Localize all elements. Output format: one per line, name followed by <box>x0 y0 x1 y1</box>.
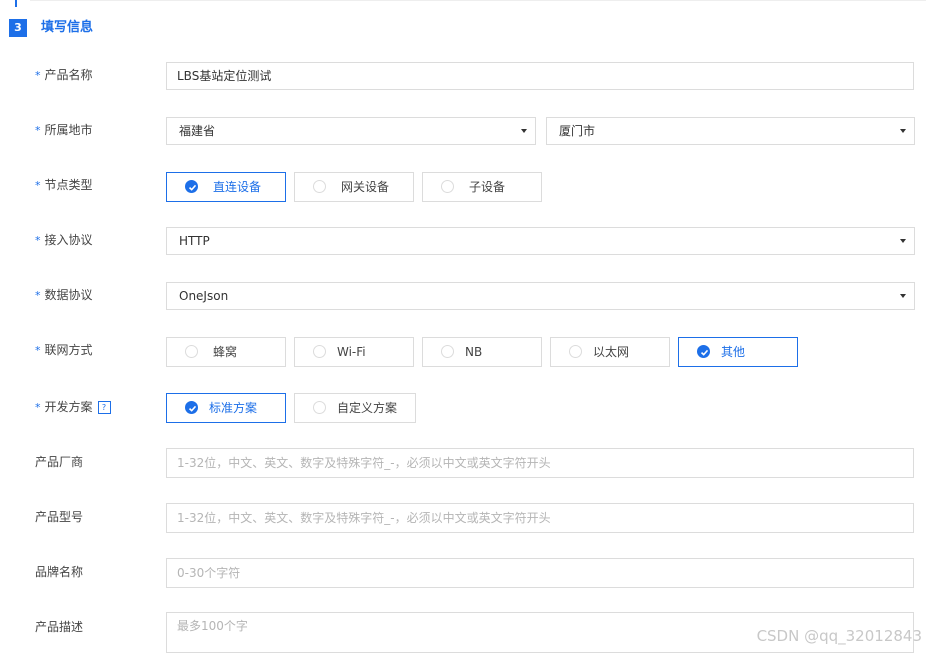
dev-plan-option-custom[interactable]: 自定义方案 <box>294 393 416 423</box>
model-label: 产品型号 <box>35 510 84 524</box>
node-type-label: * 节点类型 <box>35 178 93 192</box>
province-select[interactable]: 福建省 <box>166 117 536 145</box>
check-circle-icon <box>185 401 198 414</box>
network-label: * 联网方式 <box>35 343 93 357</box>
location-label: * 所属地市 <box>35 123 93 137</box>
radio-circle-icon <box>441 180 454 193</box>
required-mark: * <box>35 234 41 247</box>
network-option-ethernet[interactable]: 以太网 <box>550 337 670 367</box>
caret-down-icon <box>900 239 906 243</box>
required-mark: * <box>35 179 41 192</box>
top-divider <box>30 0 926 1</box>
required-mark: * <box>35 124 41 137</box>
model-input[interactable]: 1-32位，中文、英文、数字及特殊字符_-，必须以中文或英文字符开头 <box>166 503 914 533</box>
option-label: 子设备 <box>469 180 506 194</box>
data-protocol-label: * 数据协议 <box>35 288 93 302</box>
network-option-cellular[interactable]: 蜂窝 <box>166 337 286 367</box>
option-label: 以太网 <box>593 345 630 359</box>
watermark: CSDN @qq_32012843 <box>756 627 922 645</box>
access-protocol-select[interactable]: HTTP <box>166 227 915 255</box>
radio-circle-icon <box>313 180 326 193</box>
option-label: 蜂窝 <box>213 345 238 359</box>
city-select[interactable]: 厦门市 <box>546 117 915 145</box>
required-mark: * <box>35 344 41 357</box>
radio-circle-icon <box>185 345 198 358</box>
help-icon[interactable]: ? <box>97 401 111 414</box>
section-title: 填写信息 <box>41 20 94 35</box>
option-label: 直连设备 <box>213 180 262 194</box>
top-accent-line <box>15 0 17 7</box>
manufacturer-label: 产品厂商 <box>35 455 84 469</box>
radio-circle-icon <box>313 401 326 414</box>
option-label: Wi-Fi <box>337 345 366 359</box>
option-label: 其他 <box>721 345 746 359</box>
caret-down-icon <box>521 129 527 133</box>
radio-circle-icon <box>569 345 582 358</box>
check-circle-icon <box>697 345 710 358</box>
product-name-input[interactable]: LBS基站定位测试 <box>166 62 914 90</box>
required-mark: * <box>35 289 41 302</box>
description-label: 产品描述 <box>35 620 84 634</box>
brand-label: 品牌名称 <box>35 565 84 579</box>
caret-down-icon <box>900 294 906 298</box>
manufacturer-input[interactable]: 1-32位，中文、英文、数字及特殊字符_-，必须以中文或英文字符开头 <box>166 448 914 478</box>
network-option-wifi[interactable]: Wi-Fi <box>294 337 414 367</box>
option-label: 自定义方案 <box>337 401 398 415</box>
step-number-badge: 3 <box>9 19 27 37</box>
data-protocol-select[interactable]: OneJson <box>166 282 915 310</box>
required-mark: * <box>35 69 41 82</box>
access-protocol-label: * 接入协议 <box>35 233 93 247</box>
brand-input[interactable]: 0-30个字符 <box>166 558 914 588</box>
option-label: NB <box>465 345 483 359</box>
network-option-nb[interactable]: NB <box>422 337 542 367</box>
required-mark: * <box>35 401 41 414</box>
node-type-option-gateway[interactable]: 网关设备 <box>294 172 414 202</box>
check-circle-icon <box>185 180 198 193</box>
option-label: 网关设备 <box>341 180 390 194</box>
dev-plan-option-standard[interactable]: 标准方案 <box>166 393 286 423</box>
option-label: 标准方案 <box>209 401 258 415</box>
radio-circle-icon <box>313 345 326 358</box>
caret-down-icon <box>900 129 906 133</box>
network-option-other[interactable]: 其他 <box>678 337 798 367</box>
dev-plan-label: * 开发方案? <box>35 399 111 416</box>
radio-circle-icon <box>441 345 454 358</box>
node-type-option-direct[interactable]: 直连设备 <box>166 172 286 202</box>
node-type-option-sub[interactable]: 子设备 <box>422 172 542 202</box>
product-name-label: * 产品名称 <box>35 68 93 82</box>
